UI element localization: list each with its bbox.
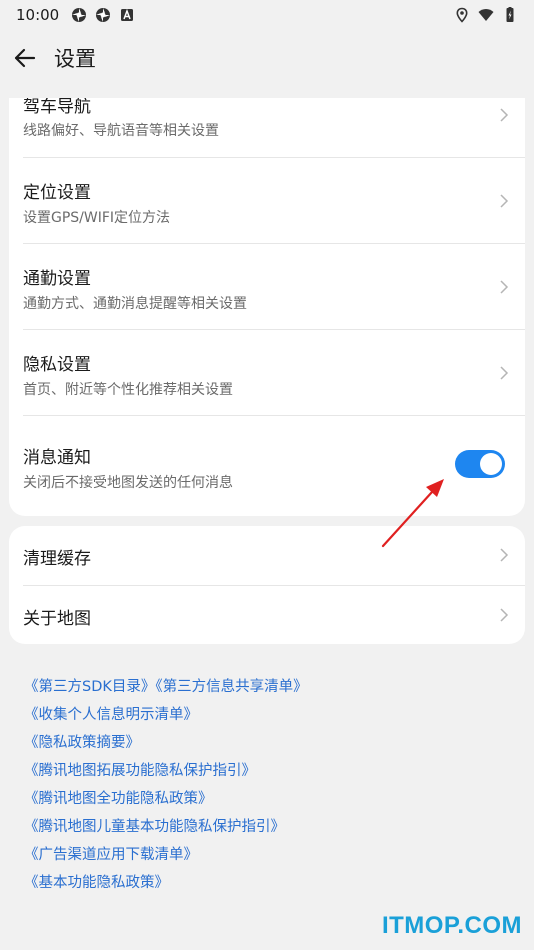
arrow-left-icon [14,48,36,68]
app-header: 设置 [0,30,534,86]
policy-link-personal-info[interactable]: 《收集个人信息明示清单》 [24,704,504,732]
settings-item-subtitle: 设置GPS/WIFI定位方法 [23,210,171,226]
policy-link-sdk[interactable]: 《第三方SDK目录》《第三方信息共享清单》 [24,676,504,704]
back-button[interactable] [10,43,40,73]
page-title: 设置 [54,47,96,71]
app-notification-icon [96,8,111,22]
chevron-right-icon [500,366,509,380]
policy-link-ad-channel[interactable]: 《广告渠道应用下载清单》 [24,844,504,872]
settings-item-title: 定位设置 [23,183,91,203]
status-right-icons [454,7,518,23]
status-bar: 10:00 [0,0,534,30]
status-left-icons [71,7,135,23]
battery-icon [506,7,514,22]
settings-item-subtitle: 关闭后不接受地图发送的任何消息 [23,475,233,491]
settings-item-title: 消息通知 [23,448,91,468]
chevron-right-icon [500,194,509,208]
settings-item-title: 清理缓存 [23,549,91,569]
settings-item-driving-navigation[interactable]: 驾车导航 线路偏好、导航语音等相关设置 [9,98,525,156]
chevron-right-icon [500,280,509,294]
settings-item-location[interactable]: 定位设置 设置GPS/WIFI定位方法 [9,158,525,244]
settings-item-subtitle: 线路偏好、导航语音等相关设置 [23,123,219,139]
chevron-right-icon [500,608,509,622]
policy-link-basic-privacy[interactable]: 《基本功能隐私政策》 [24,872,504,900]
policy-link-privacy-summary[interactable]: 《隐私政策摘要》 [24,732,504,760]
chevron-right-icon [500,548,509,562]
policy-links: 《第三方SDK目录》《第三方信息共享清单》 《收集个人信息明示清单》 《隐私政策… [24,676,504,900]
watermark-logo: ITMOP.COM [381,912,522,939]
policy-link-extended-privacy[interactable]: 《腾讯地图拓展功能隐私保护指引》 [24,760,504,788]
settings-item-privacy[interactable]: 隐私设置 首页、附近等个性化推荐相关设置 [9,330,525,416]
status-time: 10:00 [16,6,60,24]
settings-item-title: 驾车导航 [23,98,91,117]
settings-item-about[interactable]: 关于地图 [9,586,525,644]
toggle-knob [480,453,502,475]
policy-link-full-privacy[interactable]: 《腾讯地图全功能隐私政策》 [24,788,504,816]
settings-item-title: 关于地图 [23,609,91,629]
annotation-arrow-icon [381,479,444,548]
settings-item-title: 隐私设置 [23,355,91,375]
chevron-right-icon [500,108,509,122]
settings-item-subtitle: 首页、附近等个性化推荐相关设置 [23,382,233,398]
a-icon [121,8,134,21]
policy-link-children-privacy[interactable]: 《腾讯地图儿童基本功能隐私保护指引》 [24,816,504,844]
settings-card: 驾车导航 线路偏好、导航语音等相关设置 定位设置 设置GPS/WIFI定位方法 … [9,98,525,516]
notification-toggle[interactable] [455,450,505,478]
location-icon [456,7,468,23]
settings-item-commute[interactable]: 通勤设置 通勤方式、通勤消息提醒等相关设置 [9,244,525,330]
app-notification-icon [72,8,87,22]
settings-item-subtitle: 通勤方式、通勤消息提醒等相关设置 [23,296,247,312]
settings-item-title: 通勤设置 [23,269,91,289]
wifi-icon [478,9,494,21]
